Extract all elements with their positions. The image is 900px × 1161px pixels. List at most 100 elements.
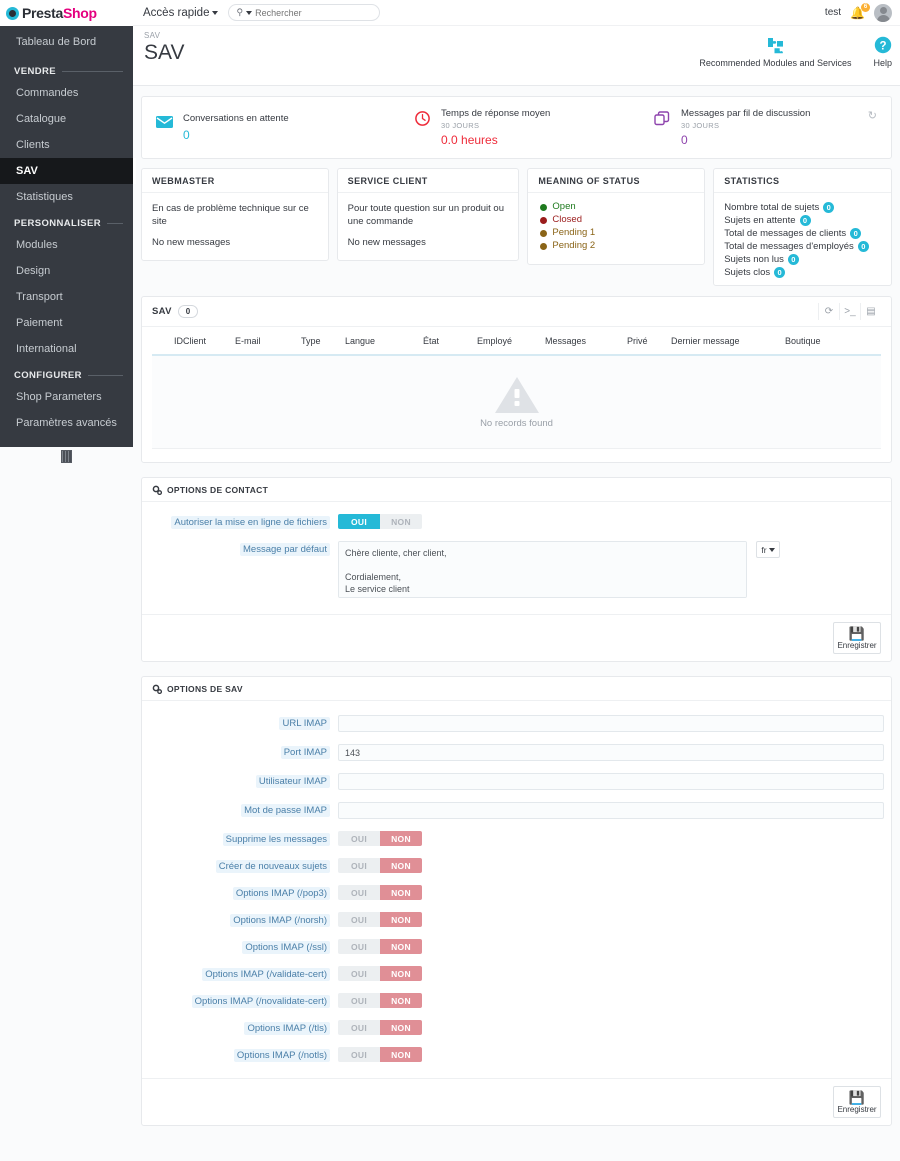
column-header-messages[interactable]: Messages xyxy=(545,327,627,355)
upload-toggle[interactable]: OUI NON xyxy=(338,514,422,529)
imap-notls-toggle[interactable]: OUI NON xyxy=(338,1047,422,1062)
recommended-modules-button[interactable]: Recommended Modules and Services xyxy=(699,33,851,68)
save-sav-options-button[interactable]: 💾 Enregistrer xyxy=(833,1086,881,1118)
column-header-client[interactable]: Client xyxy=(183,327,235,355)
sidebar-item-clients[interactable]: Clients xyxy=(0,132,133,158)
refresh-icon[interactable]: ↻ xyxy=(868,109,877,122)
toggle-option-non[interactable]: NON xyxy=(380,1020,422,1035)
creer-de-nouveaux-sujets-toggle[interactable]: OUI NON xyxy=(338,858,422,873)
sidebar-item-catalogue[interactable]: Catalogue xyxy=(0,106,133,132)
statistic-value: 0 xyxy=(823,202,834,213)
toggle-option-non[interactable]: NON xyxy=(380,939,422,954)
imap-tls-toggle[interactable]: OUI NON xyxy=(338,1020,422,1035)
url-imap-input[interactable] xyxy=(338,715,884,732)
column-header-boutique[interactable]: Boutique xyxy=(785,327,881,355)
sidebar-item-parametres-avances[interactable]: Paramètres avancés xyxy=(0,410,133,436)
sidebar-item-design[interactable]: Design xyxy=(0,258,133,284)
gears-icon xyxy=(152,485,162,495)
status-item: Closed xyxy=(540,214,704,226)
listing-header: SAV 0 ⟳ >_ ▤ xyxy=(142,297,891,327)
toggle-option-oui[interactable]: OUI xyxy=(338,912,380,927)
status-item: Open xyxy=(540,201,704,213)
column-header-type[interactable]: Type xyxy=(301,327,345,355)
sidebar-item-shop-parameters[interactable]: Shop Parameters xyxy=(0,384,133,410)
toggle-option-non[interactable]: NON xyxy=(380,885,422,900)
imap-validate-cert-toggle[interactable]: OUI NON xyxy=(338,966,422,981)
sidebar-item-transport[interactable]: Transport xyxy=(0,284,133,310)
save-contact-options-button[interactable]: 💾 Enregistrer xyxy=(833,622,881,654)
recommended-modules-label: Recommended Modules and Services xyxy=(699,58,851,68)
sidebar-collapse-icon[interactable] xyxy=(61,450,72,463)
toggle-option-oui[interactable]: OUI xyxy=(338,831,380,846)
brand-logo[interactable]: PrestaShop xyxy=(0,0,133,26)
sidebar-item-paiement[interactable]: Paiement xyxy=(0,310,133,336)
save-label: Enregistrer xyxy=(834,1105,880,1114)
imap-norsh-toggle[interactable]: OUI NON xyxy=(338,912,422,927)
search-box[interactable]: ⚲ xyxy=(228,4,380,21)
column-header-id[interactable]: ID xyxy=(152,327,183,355)
help-label: Help xyxy=(873,58,892,68)
toggle-option-oui[interactable]: OUI xyxy=(338,1020,380,1035)
refresh-icon[interactable]: ⟳ xyxy=(818,303,839,320)
imap-novalidate-cert-toggle[interactable]: OUI NON xyxy=(338,993,422,1008)
utilisateur-imap-input[interactable] xyxy=(338,773,884,790)
help-button[interactable]: ? Help xyxy=(873,33,892,68)
statistic-value: 0 xyxy=(850,228,861,239)
column-header-employe[interactable]: Employé xyxy=(477,327,545,355)
export-database-icon[interactable]: ▤ xyxy=(860,303,881,320)
column-header-prive[interactable]: Privé xyxy=(627,327,671,355)
user-name-label[interactable]: test xyxy=(825,7,841,18)
statistic-row: Total de messages de clients0 xyxy=(724,227,891,240)
sql-console-icon[interactable]: >_ xyxy=(839,303,860,320)
toggle-option-oui[interactable]: OUI xyxy=(338,993,380,1008)
statistic-value: 0 xyxy=(788,254,799,265)
statistic-row: Total de messages d'employés0 xyxy=(724,240,891,253)
sidebar-item-dashboard[interactable]: Tableau de Bord xyxy=(0,26,133,58)
sidebar-item-commandes[interactable]: Commandes xyxy=(0,80,133,106)
status-label: Pending 1 xyxy=(552,227,595,239)
sidebar-item-modules[interactable]: Modules xyxy=(0,232,133,258)
column-header-langue[interactable]: Langue xyxy=(345,327,423,355)
sidebar-item-international[interactable]: International xyxy=(0,336,133,362)
form-row-imap-ssl: Options IMAP (/ssl) OUI NON xyxy=(142,939,891,954)
default-message-textarea[interactable]: Chère cliente, cher client, Cordialement… xyxy=(338,541,747,598)
toggle-option-non[interactable]: NON xyxy=(380,912,422,927)
toggle-option-oui[interactable]: OUI xyxy=(338,885,380,900)
toggle-option-non[interactable]: NON xyxy=(380,858,422,873)
column-header-dernier-message[interactable]: Dernier message xyxy=(671,327,785,355)
port-imap-input[interactable] xyxy=(338,744,884,761)
imap-ssl-toggle[interactable]: OUI NON xyxy=(338,939,422,954)
form-row-supprime-les-messages: Supprime les messages OUI NON xyxy=(142,831,891,846)
search-input[interactable] xyxy=(255,8,360,18)
language-selector[interactable]: fr xyxy=(756,541,780,558)
sidebar-item-sav[interactable]: SAV xyxy=(0,158,133,184)
status-label: Closed xyxy=(552,214,582,226)
toggle-option-oui[interactable]: OUI xyxy=(338,966,380,981)
toggle-option-oui[interactable]: OUI xyxy=(338,514,380,529)
info-card-title: SERVICE CLIENT xyxy=(338,169,519,193)
toggle-option-oui[interactable]: OUI xyxy=(338,939,380,954)
toggle-option-non[interactable]: NON xyxy=(380,831,422,846)
toggle-option-oui[interactable]: OUI xyxy=(338,858,380,873)
sidebar: PrestaShop Tableau de Bord VENDRE Comman… xyxy=(0,0,133,447)
chevron-down-icon[interactable] xyxy=(246,11,252,15)
column-header-email[interactable]: E-mail xyxy=(235,327,301,355)
kpi-label: Messages par fil de discussion xyxy=(681,108,810,120)
avatar[interactable] xyxy=(874,4,892,22)
topbar: Accès rapide ⚲ test 🔔 6 xyxy=(133,0,900,26)
column-header-etat[interactable]: État xyxy=(423,327,477,355)
quick-access-menu[interactable]: Accès rapide xyxy=(133,7,218,19)
mot-de-passe-imap-input[interactable] xyxy=(338,802,884,819)
toggle-option-oui[interactable]: OUI xyxy=(338,1047,380,1062)
toggle-option-non[interactable]: NON xyxy=(380,993,422,1008)
toggle-option-non[interactable]: NON xyxy=(380,1047,422,1062)
notifications-button[interactable]: 🔔 6 xyxy=(850,6,865,20)
form-row-url-imap: URL IMAP xyxy=(142,715,891,732)
sav-listing-panel: SAV 0 ⟳ >_ ▤ ID Client E-mail Type xyxy=(141,296,892,463)
imap-pop3-toggle[interactable]: OUI NON xyxy=(338,885,422,900)
clock-icon xyxy=(412,108,432,126)
toggle-option-non[interactable]: NON xyxy=(380,966,422,981)
toggle-option-non[interactable]: NON xyxy=(380,514,422,529)
supprime-les-messages-toggle[interactable]: OUI NON xyxy=(338,831,422,846)
sidebar-item-statistiques[interactable]: Statistiques xyxy=(0,184,133,210)
